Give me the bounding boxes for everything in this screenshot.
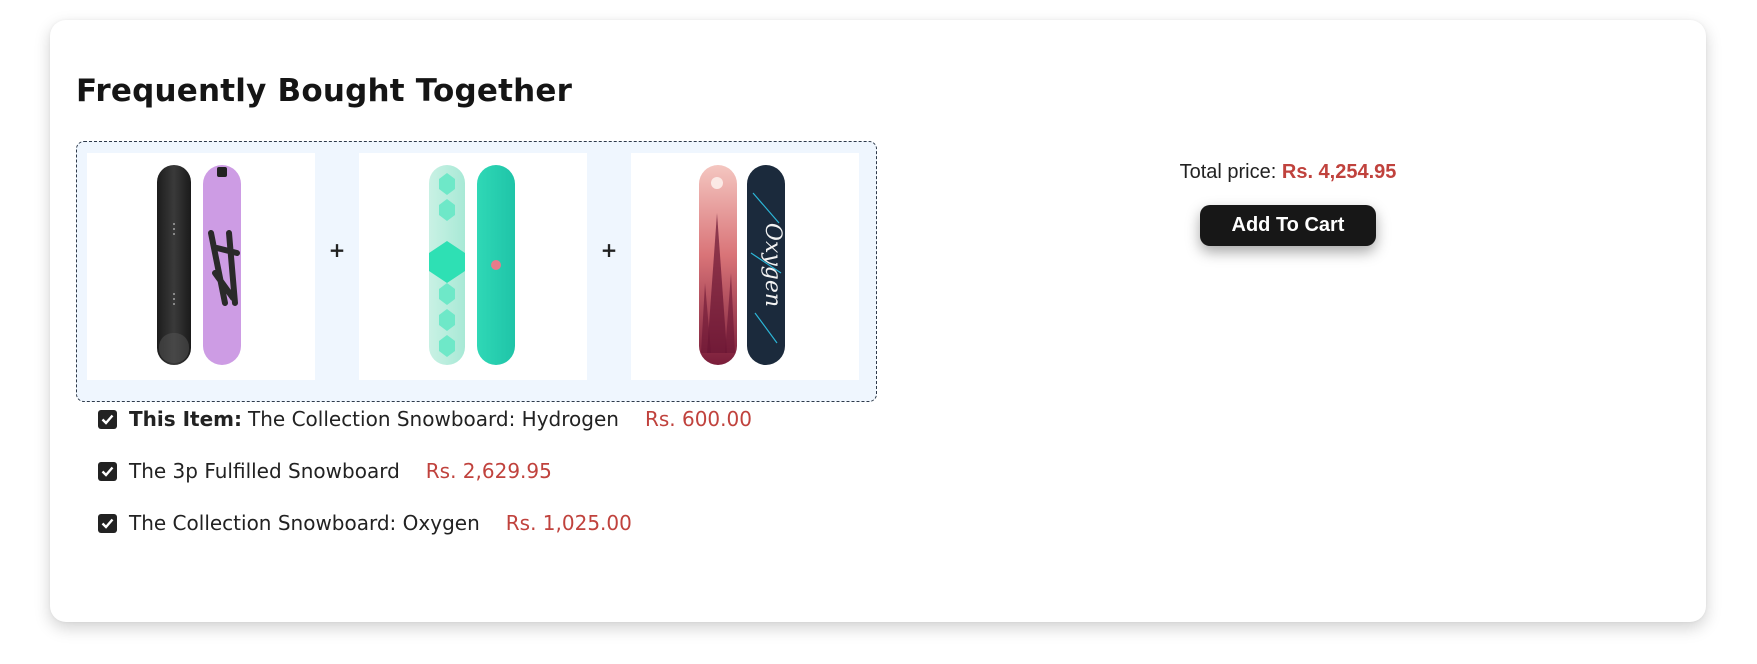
total-price: Total price: Rs. 4,254.95 [1163, 161, 1413, 184]
item-price: Rs. 1,025.00 [505, 511, 632, 535]
item-checkbox[interactable] [98, 461, 117, 481]
item-checkbox[interactable] [98, 409, 117, 429]
list-item: The Collection Snowboard: Oxygen Rs. 1,0… [98, 510, 632, 536]
snowboard-oxygen-image: Oxygen [699, 165, 785, 365]
item-name: The Collection Snowboard: Oxygen [129, 511, 480, 535]
list-item: This Item: The Collection Snowboard: Hyd… [98, 406, 752, 432]
product-image-3p-fulfilled[interactable] [359, 153, 587, 380]
svg-text:Oxygen: Oxygen [760, 223, 785, 307]
item-prefix: This Item: [129, 407, 243, 431]
snowboard-hydrogen-image [157, 165, 241, 365]
item-checkbox[interactable] [98, 513, 117, 533]
total-price-label: Total price: [1179, 161, 1277, 183]
product-image-hydrogen[interactable] [87, 153, 315, 380]
snowboard-3p-fulfilled-image [429, 165, 515, 365]
product-image-oxygen[interactable]: Oxygen [631, 153, 859, 380]
check-icon [101, 414, 114, 425]
check-icon [101, 466, 114, 477]
plus-separator-1: + [328, 238, 346, 262]
add-to-cart-button[interactable]: Add To Cart [1200, 205, 1376, 246]
check-icon [101, 518, 114, 529]
list-item: The 3p Fulfilled Snowboard Rs. 2,629.95 [98, 458, 552, 484]
plus-separator-2: + [600, 238, 618, 262]
section-title: Frequently Bought Together [76, 73, 573, 109]
bundle-summary: Total price: Rs. 4,254.95 Add To Cart [1163, 161, 1413, 246]
total-price-value: Rs. 4,254.95 [1281, 161, 1397, 183]
item-name: The Collection Snowboard: Hydrogen [248, 407, 619, 431]
item-name: The 3p Fulfilled Snowboard [129, 459, 400, 483]
item-price: Rs. 600.00 [644, 407, 752, 431]
item-price: Rs. 2,629.95 [425, 459, 552, 483]
frequently-bought-together-card: Frequently Bought Together + + Oxygen Th… [50, 20, 1706, 622]
bundle-images: + + Oxygen [76, 141, 877, 402]
